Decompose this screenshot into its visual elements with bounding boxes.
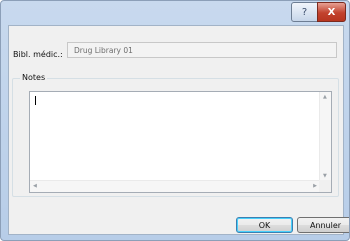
- title-bar[interactable]: ? X: [1, 1, 349, 25]
- close-button[interactable]: X: [317, 2, 346, 22]
- scrollbar-corner: [319, 180, 331, 192]
- notes-label: Notes: [20, 73, 48, 82]
- drug-library-label: Bibl. médic.:: [13, 50, 63, 59]
- help-icon: ?: [301, 6, 308, 18]
- help-button[interactable]: ?: [291, 2, 318, 22]
- dialog-window: ? X Bibl. médic.: Drug Library 01 Notes …: [0, 0, 350, 241]
- horizontal-scrollbar[interactable]: ◀ ▶: [30, 180, 320, 192]
- arrow-up-icon[interactable]: ▲: [323, 95, 327, 100]
- drug-library-field: Drug Library 01: [67, 42, 337, 58]
- text-caret: [35, 96, 36, 105]
- close-icon: X: [327, 6, 336, 18]
- arrow-right-icon[interactable]: ▶: [313, 184, 317, 189]
- arrow-left-icon[interactable]: ◀: [33, 184, 37, 189]
- notes-textarea[interactable]: ▲ ▼ ◀ ▶: [29, 91, 332, 193]
- vertical-scrollbar[interactable]: ▲ ▼: [319, 92, 331, 182]
- arrow-down-icon[interactable]: ▼: [323, 174, 327, 179]
- dialog-client-area: Bibl. médic.: Drug Library 01 Notes ▲ ▼ …: [8, 25, 349, 235]
- ok-button[interactable]: OK: [236, 217, 293, 233]
- cancel-button[interactable]: Annuler: [297, 217, 349, 233]
